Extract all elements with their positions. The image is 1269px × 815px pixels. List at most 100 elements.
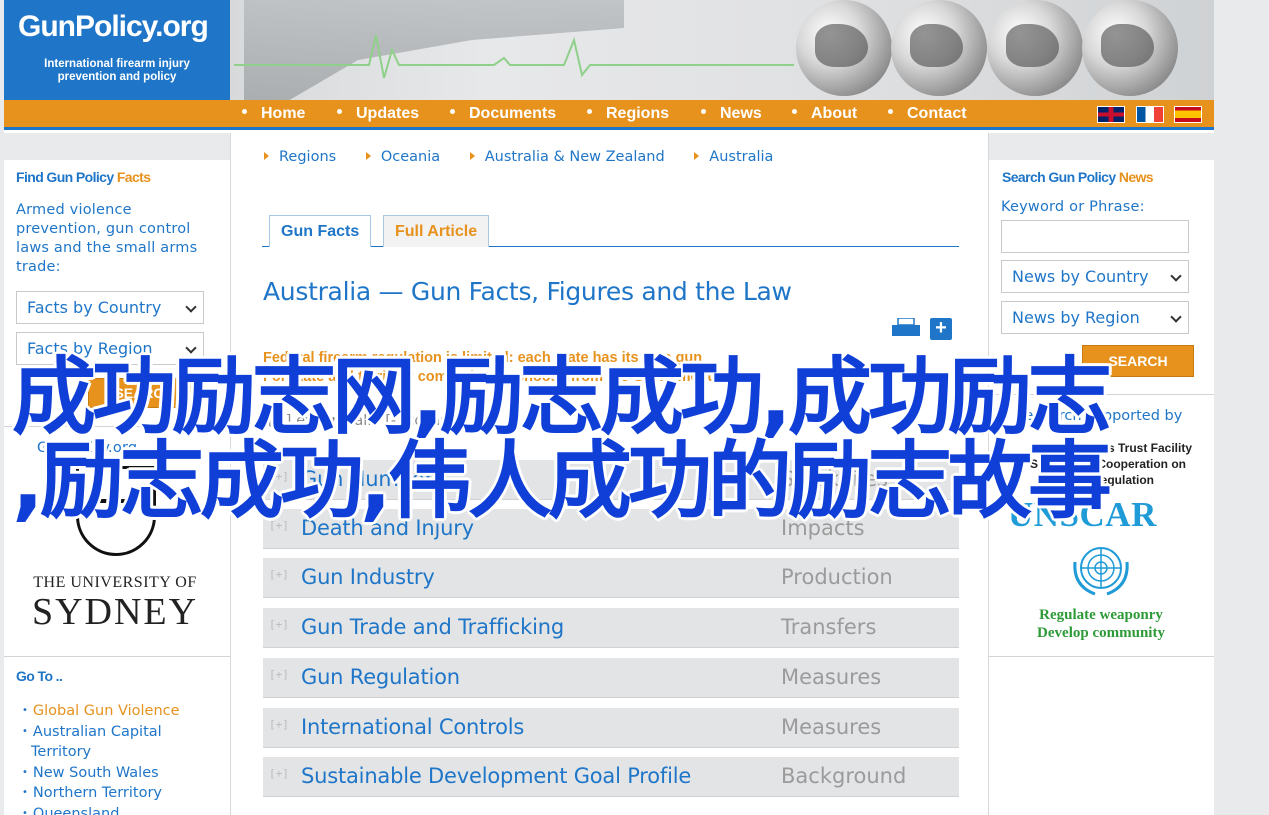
research-supported-label: Research supported by bbox=[1015, 408, 1183, 424]
goto-item[interactable]: New South Wales bbox=[22, 763, 182, 784]
expand-icon: [+] bbox=[269, 718, 289, 731]
unscar-facility-line: Supporting Cooperation on bbox=[1030, 457, 1186, 471]
divider bbox=[989, 394, 1214, 395]
breadcrumb-item[interactable]: Oceania bbox=[366, 149, 440, 165]
news-search-button[interactable]: SEARCH bbox=[1082, 345, 1194, 377]
section-row-gun-industry[interactable]: [+] Gun Industry Production bbox=[263, 558, 959, 598]
breadcrumb: Regions Oceania Australia & New Zealand … bbox=[264, 149, 798, 165]
select-value: News by Region bbox=[1012, 308, 1140, 327]
keyword-label: Keyword or Phrase: bbox=[1001, 199, 1145, 215]
globe-graphic bbox=[987, 0, 1083, 96]
bullet-icon bbox=[888, 109, 893, 114]
fr-flag-icon[interactable] bbox=[1136, 106, 1164, 123]
globe-graphic bbox=[796, 0, 892, 96]
heading-accent: News bbox=[1118, 169, 1154, 185]
divider bbox=[4, 426, 230, 427]
nav-about[interactable]: About bbox=[792, 105, 857, 123]
un-emblem-icon bbox=[1073, 547, 1129, 596]
divider bbox=[4, 656, 230, 657]
breadcrumb-item[interactable]: Regions bbox=[264, 149, 336, 165]
section-row-death-injury[interactable]: [+] Death and Injury Impacts bbox=[263, 509, 959, 549]
facts-by-country-select[interactable]: Facts by Country bbox=[16, 291, 204, 324]
unscar-facility-line: United Nations Trust Facility bbox=[1030, 441, 1193, 455]
nav-updates[interactable]: Updates bbox=[337, 105, 419, 123]
section-category: Impacts bbox=[781, 516, 865, 540]
section-label: Gun Trade and Trafficking bbox=[301, 615, 564, 639]
sydney-crest-icon bbox=[76, 466, 156, 556]
divider bbox=[230, 133, 231, 815]
section-label: International Controls bbox=[301, 715, 525, 739]
select-value: News by Country bbox=[1012, 267, 1149, 286]
expand-controls: [+] expand all [-] collapse all bbox=[268, 413, 487, 429]
section-category: Measures bbox=[781, 715, 882, 739]
sydney-logo-line2: SYDNEY bbox=[31, 591, 199, 633]
expand-icon: [+] bbox=[269, 519, 289, 532]
nav-contact[interactable]: Contact bbox=[888, 105, 967, 123]
section-row-international-controls[interactable]: [+] International Controls Measures bbox=[263, 708, 959, 748]
unscar-slogan-line: Regulate weaponry bbox=[1039, 607, 1163, 623]
left-gap bbox=[4, 133, 230, 160]
keyword-input[interactable] bbox=[1001, 220, 1189, 253]
page-title: Australia — Gun Facts, Figures and the L… bbox=[263, 277, 792, 306]
site-link[interactable]: GunPolicy.org bbox=[37, 439, 137, 458]
chevron-down-icon bbox=[185, 342, 197, 354]
add-icon[interactable]: + bbox=[930, 318, 952, 340]
section-row-sdg-profile[interactable]: [+] Sustainable Development Goal Profile… bbox=[263, 757, 959, 797]
es-flag-icon[interactable] bbox=[1174, 106, 1202, 123]
bullet-icon bbox=[242, 109, 247, 114]
nav-label: News bbox=[720, 105, 762, 122]
breadcrumb-item[interactable]: Australia & New Zealand bbox=[470, 149, 665, 165]
facts-search-button[interactable]: SEARCH bbox=[88, 378, 200, 408]
bullet-icon bbox=[450, 109, 455, 114]
goto-item[interactable]: Northern Territory bbox=[22, 783, 182, 804]
goto-item[interactable]: Global Gun Violence bbox=[22, 701, 182, 722]
ecg-line-graphic bbox=[234, 34, 794, 79]
expand-icon: [+] bbox=[269, 568, 289, 581]
news-by-region-select[interactable]: News by Region bbox=[1001, 301, 1189, 334]
expand-icon: [+] bbox=[269, 668, 289, 681]
section-label: Gun Industry bbox=[301, 565, 435, 589]
university-of-sydney-logo[interactable]: THE UNIVERSITY OF SYDNEY bbox=[20, 466, 210, 641]
breadcrumb-item[interactable]: Australia bbox=[694, 149, 773, 165]
tab-gun-facts[interactable]: Gun Facts bbox=[269, 215, 372, 247]
section-row-gun-numbers[interactable]: [+] Gun Numbers Stockpiles bbox=[263, 460, 959, 500]
site-logo[interactable]: GunPolicy.org International firearm inju… bbox=[4, 0, 230, 100]
nav-documents[interactable]: Documents bbox=[450, 105, 556, 123]
notice-line: For state and territory comparisons, cho… bbox=[263, 369, 717, 385]
section-row-gun-trade[interactable]: [+] Gun Trade and Trafficking Transfers bbox=[263, 608, 959, 648]
intro-text: Armed violence prevention, gun control l… bbox=[16, 202, 198, 275]
collapse-all-link[interactable]: [-] collapse all bbox=[385, 413, 487, 429]
find-facts-heading: Find Gun Policy Facts bbox=[16, 169, 151, 185]
expand-all-link[interactable]: [+] expand all bbox=[268, 413, 371, 429]
printer-icon[interactable] bbox=[892, 318, 920, 336]
facts-by-region-select[interactable]: Facts by Region bbox=[16, 332, 204, 365]
bullet-icon bbox=[587, 109, 592, 114]
unscar-facility-line: Arms Regulation bbox=[1058, 473, 1155, 487]
crest-book bbox=[93, 499, 139, 525]
globe-graphic bbox=[891, 0, 987, 96]
expand-icon: [+] bbox=[269, 618, 289, 631]
nav-label: Contact bbox=[907, 105, 967, 122]
nav-news[interactable]: News bbox=[701, 105, 762, 123]
notice-line: Federal firearm regulation is limited: e… bbox=[263, 350, 703, 366]
section-label: Sustainable Development Goal Profile bbox=[301, 764, 692, 788]
globe-graphic bbox=[1082, 0, 1178, 96]
tab-full-article[interactable]: Full Article bbox=[383, 215, 490, 247]
section-category: Background bbox=[781, 764, 907, 788]
section-row-gun-regulation[interactable]: [+] Gun Regulation Measures bbox=[263, 658, 959, 698]
section-label: Death and Injury bbox=[301, 516, 474, 540]
nav-regions[interactable]: Regions bbox=[587, 105, 669, 123]
unscar-slogan-line: Develop community bbox=[1037, 625, 1165, 641]
chevron-down-icon bbox=[1170, 311, 1182, 323]
nav-home[interactable]: Home bbox=[242, 105, 305, 123]
nav-label: Regions bbox=[606, 105, 670, 122]
news-by-country-select[interactable]: News by Country bbox=[1001, 260, 1189, 293]
unscar-logo-text[interactable]: UNSCAR bbox=[1008, 495, 1157, 535]
bullet-icon bbox=[701, 109, 706, 114]
goto-item[interactable]: Australian Capital Territory bbox=[22, 722, 182, 763]
right-gap bbox=[989, 133, 1214, 160]
uk-flag-icon[interactable] bbox=[1097, 106, 1125, 123]
goto-item[interactable]: Queensland bbox=[22, 804, 182, 815]
section-label: Gun Regulation bbox=[301, 665, 460, 689]
search-news-heading: Search Gun Policy News bbox=[1002, 169, 1154, 185]
